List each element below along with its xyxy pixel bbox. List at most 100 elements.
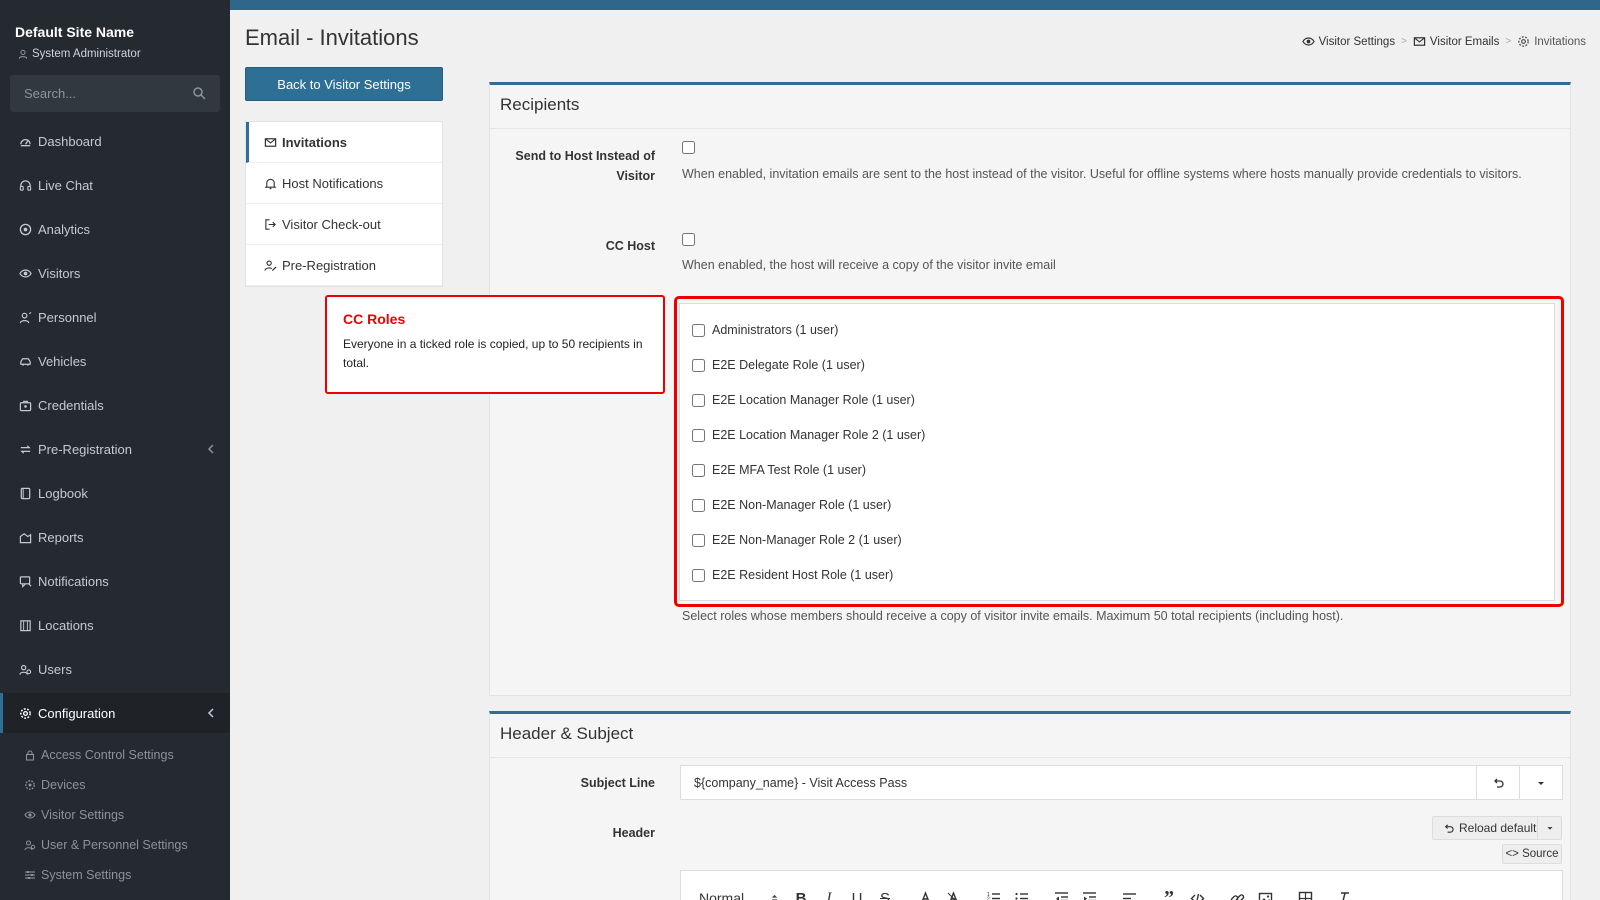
role-option[interactable]: E2E Location Manager Role 2 (1 user) — [692, 428, 925, 442]
role-checkbox[interactable] — [692, 568, 705, 582]
cc-host-checkbox[interactable] — [682, 233, 695, 246]
car-icon — [20, 357, 31, 366]
eye-icon — [19, 268, 32, 278]
sidebar-item-label: Locations — [38, 617, 94, 633]
ordered-list-button[interactable]: 123 — [979, 888, 1007, 900]
caret-down-icon — [1538, 781, 1544, 785]
role-checkbox[interactable] — [692, 323, 705, 337]
reload-default-button[interactable]: Reload default — [1433, 821, 1537, 835]
book-icon — [20, 487, 31, 499]
subject-line-field — [680, 765, 1563, 800]
bold-button[interactable]: B — [787, 888, 815, 900]
subject-line-input[interactable] — [681, 766, 1476, 799]
breadcrumb-separator: > — [1505, 36, 1512, 47]
sidebar-subitem-user-personnel[interactable]: User & Personnel Settings — [0, 831, 230, 859]
text-color-button[interactable] — [911, 888, 939, 900]
background-color-button[interactable] — [939, 888, 967, 900]
sidebar-item-label: Logbook — [38, 485, 88, 501]
role-label: E2E Non-Manager Role 2 (1 user) — [712, 533, 902, 547]
sidebar-item-credentials[interactable]: Credentials — [0, 385, 230, 425]
format-select[interactable]: Normal — [681, 890, 787, 900]
breadcrumb-label: Visitor Emails — [1429, 35, 1500, 48]
sidebar-item-reports[interactable]: Reports — [0, 517, 230, 557]
send-to-host-checkbox[interactable] — [682, 141, 695, 154]
table-icon — [1298, 891, 1312, 900]
subject-undo-button[interactable] — [1476, 766, 1519, 799]
role-option[interactable]: E2E Non-Manager Role (1 user) — [692, 498, 891, 512]
reload-default-dropdown[interactable] — [1537, 817, 1561, 839]
source-button[interactable]: <> Source — [1502, 844, 1562, 864]
role-option[interactable]: E2E Resident Host Role (1 user) — [692, 568, 893, 582]
back-to-visitor-settings-button[interactable]: Back to Visitor Settings — [245, 67, 443, 101]
blockquote-button[interactable]: ” — [1155, 887, 1183, 900]
sign-out-icon — [265, 218, 276, 230]
sidebar-item-label: Visitors — [38, 265, 81, 281]
subnav-item-visitor-check-out[interactable]: Visitor Check-out — [246, 204, 442, 245]
sidebar-item-personnel[interactable]: Personnel — [0, 297, 230, 337]
sidebar-item-pre-registration[interactable]: Pre-Registration — [0, 429, 230, 469]
breadcrumb-visitor-settings[interactable]: Visitor Settings — [1301, 35, 1395, 48]
send-to-host-label: Send to Host Instead of Visitor — [515, 149, 655, 183]
role-label: E2E Resident Host Role (1 user) — [712, 568, 894, 582]
role-option[interactable]: Administrators (1 user) — [692, 323, 838, 337]
sidebar-item-configuration[interactable]: Configuration — [0, 693, 230, 733]
role-checkbox[interactable] — [692, 358, 705, 372]
sidebar-item-analytics[interactable]: Analytics — [0, 209, 230, 249]
breadcrumb-visitor-emails[interactable]: Visitor Emails — [1413, 35, 1499, 48]
link-button[interactable] — [1223, 888, 1251, 900]
role-option[interactable]: E2E MFA Test Role (1 user) — [692, 463, 866, 477]
building-icon — [20, 619, 31, 631]
sidebar-item-locations[interactable]: Locations — [0, 605, 230, 645]
sidebar-item-logbook[interactable]: Logbook — [0, 473, 230, 513]
strikethrough-button[interactable]: S — [871, 888, 899, 900]
role-checkbox[interactable] — [692, 463, 705, 477]
role-option[interactable]: E2E Location Manager Role (1 user) — [692, 393, 915, 407]
sidebar-item-dashboard[interactable]: Dashboard — [0, 121, 230, 161]
sidebar-subitem-label: Visitor Settings — [41, 808, 125, 822]
outdent-button[interactable] — [1047, 888, 1075, 900]
role-checkbox[interactable] — [692, 533, 705, 547]
role-checkbox[interactable] — [692, 498, 705, 512]
sidebar-item-users[interactable]: Users — [0, 649, 230, 689]
cc-roles-help: Select roles whose members should receiv… — [682, 609, 1344, 623]
subject-dropdown-button[interactable] — [1519, 766, 1562, 799]
sidebar-item-label: Pre-Registration — [38, 441, 132, 457]
sidebar-item-notifications[interactable]: Notifications — [0, 561, 230, 601]
sidebar-subitem-label: System Settings — [41, 868, 132, 882]
pre-registration-icon — [20, 444, 31, 454]
code-block-button[interactable] — [1183, 888, 1211, 900]
chevron-left-icon — [207, 708, 214, 718]
callout-title: CC Roles — [343, 311, 406, 327]
sidebar-subitem-visitor-settings[interactable]: Visitor Settings — [0, 801, 230, 829]
role-option[interactable]: E2E Delegate Role (1 user) — [692, 358, 865, 372]
subnav-item-invitations[interactable]: Invitations — [246, 122, 442, 163]
sidebar-item-visitors[interactable]: Visitors — [0, 253, 230, 293]
role-option[interactable]: E2E Non-Manager Role 2 (1 user) — [692, 533, 902, 547]
align-button[interactable] — [1115, 888, 1143, 900]
bullet-list-icon — [1014, 892, 1028, 900]
sidebar-subitem-system-settings[interactable]: System Settings — [0, 861, 230, 889]
image-button[interactable] — [1251, 888, 1279, 900]
role-checkbox[interactable] — [692, 393, 705, 407]
undo-icon — [1444, 823, 1454, 833]
underline-button[interactable]: U — [843, 888, 871, 900]
subnav-item-pre-registration[interactable]: Pre-Registration — [246, 245, 442, 286]
sidebar-subitem-devices[interactable]: Devices — [0, 771, 230, 799]
italic-button[interactable]: I — [815, 888, 843, 900]
sidebar-item-live-chat[interactable]: Live Chat — [0, 165, 230, 205]
bullet-list-button[interactable] — [1007, 888, 1035, 900]
reports-icon — [19, 532, 32, 543]
search-icon[interactable] — [192, 86, 206, 100]
indent-button[interactable] — [1075, 888, 1103, 900]
search-input[interactable] — [10, 75, 190, 112]
subnav-label: Visitor Check-out — [282, 216, 381, 232]
sidebar-item-label: Users — [38, 661, 72, 677]
table-button[interactable] — [1291, 888, 1319, 900]
sidebar-item-vehicles[interactable]: Vehicles — [0, 341, 230, 381]
sidebar-subitem-access-control[interactable]: Access Control Settings — [0, 741, 230, 769]
clear-formatting-button[interactable] — [1331, 888, 1359, 900]
highlight-icon — [947, 890, 957, 900]
subnav-item-host-notifications[interactable]: Host Notifications — [246, 163, 442, 204]
role-checkbox[interactable] — [692, 428, 705, 442]
sidebar-subitem-label: Devices — [41, 778, 86, 792]
